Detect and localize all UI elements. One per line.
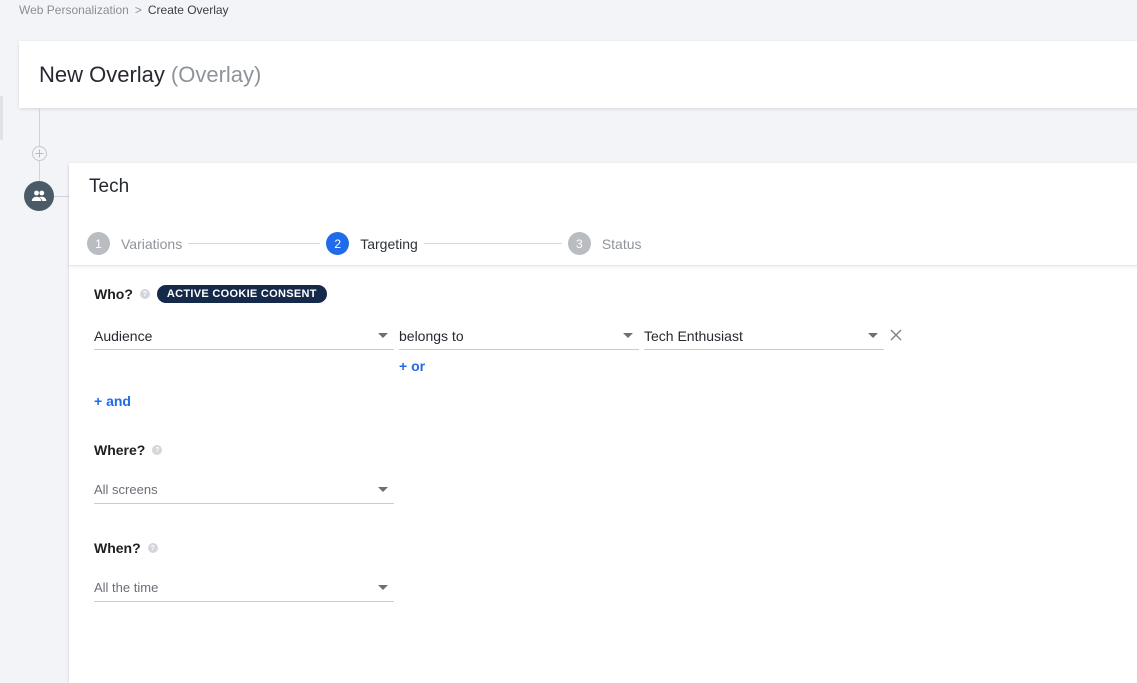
page-title: New Overlay	[39, 61, 165, 87]
chevron-down-icon	[378, 487, 388, 492]
step-connector	[188, 243, 321, 244]
help-icon[interactable]: ?	[152, 445, 163, 455]
breadcrumb-parent-link[interactable]: Web Personalization	[19, 3, 129, 17]
select-value: All screens	[94, 482, 158, 497]
plus-icon[interactable]	[32, 146, 47, 161]
select-value: Audience	[94, 327, 153, 344]
where-section-label: Where? ?	[94, 442, 163, 458]
select-value: All the time	[94, 580, 159, 595]
when-select[interactable]: All the time	[94, 574, 394, 602]
select-value: belongs to	[399, 327, 464, 344]
chevron-down-icon	[378, 585, 388, 590]
step-label: Targeting	[360, 235, 418, 252]
page-title-type: (Overlay)	[170, 61, 262, 87]
step-connector	[423, 243, 562, 244]
chevron-down-icon	[378, 333, 388, 338]
when-label: When?	[94, 540, 141, 556]
breadcrumb-current: Create Overlay	[147, 3, 229, 17]
chevron-down-icon	[623, 333, 633, 338]
where-label: Where?	[94, 442, 146, 458]
cookie-consent-badge: ACTIVE COOKIE CONSENT	[156, 285, 327, 303]
page-header-card: New Overlay (Overlay)	[19, 41, 1137, 108]
card-header: Tech 1 Variations 2 Targeting 3 Status	[69, 163, 1137, 266]
step-label: Variations	[121, 235, 183, 252]
select-value: Tech Enthusiast	[644, 327, 743, 344]
close-icon[interactable]	[888, 327, 904, 343]
timeline-connector	[54, 196, 69, 197]
audience-value-select[interactable]: Tech Enthusiast	[644, 322, 884, 350]
card-title: Tech	[89, 176, 130, 197]
when-section-label: When? ?	[94, 540, 158, 556]
step-number: 2	[326, 232, 350, 255]
step-number: 1	[87, 232, 110, 255]
left-panel-edge	[0, 96, 3, 140]
stepper: 1 Variations 2 Targeting 3 Status	[87, 232, 642, 255]
step-targeting[interactable]: 2 Targeting	[326, 232, 418, 255]
breadcrumb: Web Personalization > Create Overlay	[19, 3, 229, 17]
breadcrumb-separator: >	[134, 3, 142, 17]
help-icon[interactable]: ?	[147, 543, 158, 553]
chevron-down-icon	[868, 333, 878, 338]
people-icon[interactable]	[24, 181, 54, 211]
targeting-card: Tech 1 Variations 2 Targeting 3 Status W…	[69, 163, 1137, 683]
step-number: 3	[567, 232, 591, 255]
operator-select[interactable]: belongs to	[399, 322, 639, 350]
add-or-condition-button[interactable]: + or	[399, 358, 425, 374]
step-label: Status	[601, 235, 642, 252]
help-icon[interactable]: ?	[139, 289, 150, 299]
add-and-condition-button[interactable]: + and	[94, 393, 131, 409]
step-status[interactable]: 3 Status	[567, 232, 642, 255]
step-variations[interactable]: 1 Variations	[87, 232, 182, 255]
who-label: Who?	[94, 286, 133, 302]
audience-field-select[interactable]: Audience	[94, 322, 394, 350]
who-section-label: Who? ? ACTIVE COOKIE CONSENT	[94, 285, 327, 303]
where-select[interactable]: All screens	[94, 476, 394, 504]
